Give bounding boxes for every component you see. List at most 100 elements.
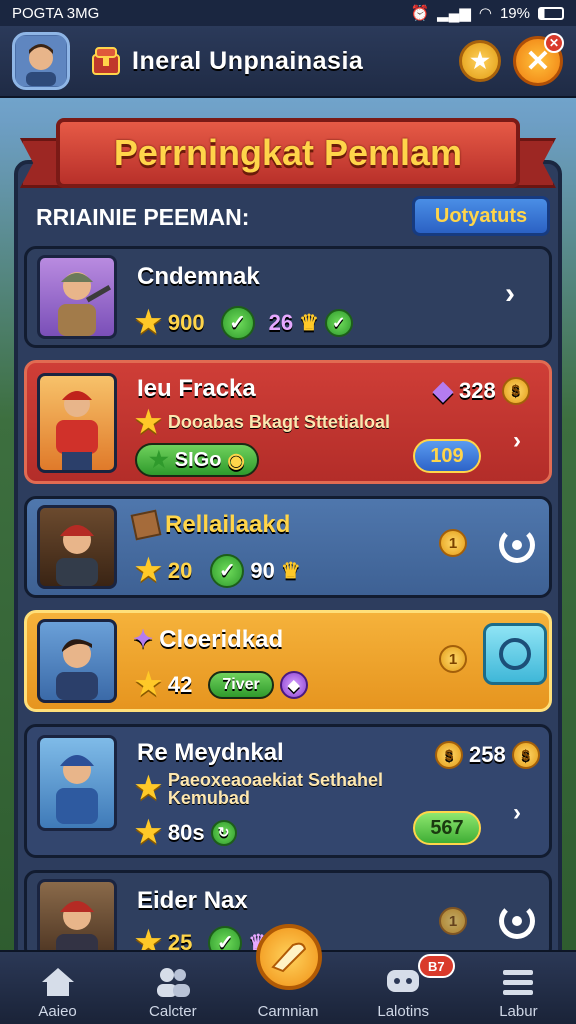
alarm-icon: ⏰ <box>410 5 430 22</box>
gem-icon: ◆ <box>279 670 308 699</box>
menu-icon <box>499 965 537 999</box>
battery-icon <box>538 6 564 20</box>
avatar-face-icon <box>16 36 66 86</box>
player-badge: 7iver <box>222 675 260 693</box>
hero-portrait-icon <box>56 639 98 700</box>
banner-title: Perrningkat Pemlam <box>113 132 463 173</box>
soldier-portrait-icon <box>58 272 112 336</box>
refresh-icon[interactable] <box>499 903 535 939</box>
status-pill: ★ SIGo ◉ <box>135 443 259 477</box>
player-score: 109 <box>430 444 464 467</box>
check-icon: ✓ <box>220 305 255 340</box>
chevron-right-icon[interactable]: › <box>513 427 521 455</box>
nav-item-friends[interactable]: Calcter <box>115 952 230 1024</box>
player-stats: ★ 20 ✓ 90 ♛ <box>135 553 301 588</box>
section-label: RRIAINIE PEEMAN: <box>36 204 250 230</box>
player-portrait <box>37 373 117 473</box>
player-card[interactable]: Ieu Fracka ★ Dooabas Bkagt Sttetialoal ◆… <box>24 360 552 484</box>
notification-badge: ✕ <box>544 33 564 53</box>
star-icon: ★ <box>135 406 162 439</box>
player-name: Cndemnak <box>137 263 260 290</box>
score-pill[interactable]: 567 <box>413 811 481 845</box>
player-description: Paeoxeaoaekiat Sethahel Kemubad <box>167 770 384 808</box>
coin-icon: $ <box>511 741 540 769</box>
score-pill[interactable]: 109 <box>413 439 481 473</box>
view-button[interactable] <box>483 623 547 685</box>
battery-text: 19% <box>499 4 530 22</box>
friends-icon <box>154 965 192 999</box>
player-name-row: ✦ Cloeridkad <box>133 625 283 654</box>
star-icon: ★ <box>149 447 169 472</box>
battle-icon <box>271 942 307 973</box>
refresh-icon[interactable] <box>499 527 535 563</box>
player-level: 90 <box>250 557 275 583</box>
battle-button[interactable] <box>256 924 322 990</box>
chest-icon[interactable] <box>88 43 124 79</box>
player-stats: ★ 80s ↻ <box>135 815 237 850</box>
player-desc-row: ★ Paeoxeaoaekiat Sethahel Kemubad <box>135 771 418 807</box>
gem-stat: $ 258 $ <box>435 741 540 769</box>
chat-badge: B7 <box>418 954 455 978</box>
player-desc-row: ★ Dooabas Bkagt Sttetialoal <box>135 405 390 440</box>
coin-icon: 1 <box>439 907 467 935</box>
update-button[interactable]: Uotyatuts <box>412 196 550 236</box>
coin-icon: ◉ <box>227 449 245 472</box>
status-left-text: POGTA 3MG <box>12 4 100 22</box>
gem-icon: ◆ <box>433 375 453 405</box>
nav-label: Calcter <box>149 1003 197 1020</box>
player-badge: SIGo <box>174 448 222 471</box>
check-icon: ✓ <box>210 553 245 588</box>
player-card[interactable]: Rellailaakd ★ 20 ✓ 90 ♛ 1 <box>24 496 552 598</box>
player-stats: ★ 42 7iver ◆ <box>135 667 308 702</box>
nav-label: Aaieo <box>38 1003 77 1020</box>
leaderboard-banner: Perrningkat Pemlam <box>20 110 556 194</box>
player-card[interactable]: Cndemnak ★ 900 ✓ 26 ♛ ✓ › <box>24 246 552 348</box>
coin-icon: 1 <box>439 529 467 557</box>
star-icon: ★ <box>135 816 162 849</box>
player-avatar[interactable] <box>12 32 70 90</box>
chat-icon <box>384 965 422 999</box>
player-stars: 80s <box>167 819 205 845</box>
player-portrait <box>37 255 117 339</box>
wifi-icon: ◠ <box>478 5 492 22</box>
crown-icon: ♛ <box>280 557 301 583</box>
player-portrait <box>37 505 117 589</box>
worker-portrait-icon <box>56 391 98 470</box>
chevron-right-icon[interactable]: › <box>513 799 521 827</box>
player-stats: ★ 900 ✓ 26 ♛ ✓ <box>135 305 353 340</box>
player-level: 26 <box>268 309 294 335</box>
status-bar: POGTA 3MG ⏰ ▂▄▆ ◠ 19% <box>0 0 576 26</box>
nav-label: Labur <box>499 1003 538 1020</box>
coin-icon: $ <box>435 741 463 769</box>
player-name: Eider Nax <box>137 887 248 914</box>
player-card[interactable]: ✦ Cloeridkad ★ 42 7iver ◆ 1 <box>24 610 552 712</box>
player-stars: 20 <box>167 557 193 583</box>
crate-icon <box>130 509 162 541</box>
favorite-button[interactable]: ★ <box>459 40 501 82</box>
player-description: Dooabas Bkagt Sttetialoal <box>167 412 390 432</box>
player-name: Cloeridkad <box>159 625 284 653</box>
star-icon: ★ <box>135 772 162 805</box>
coin-icon: 1 <box>439 645 467 673</box>
chevron-right-icon[interactable]: › <box>505 277 515 311</box>
potion-icon: ✦ <box>133 626 154 653</box>
player-portrait <box>37 735 117 831</box>
nav-item-home[interactable]: Aaieo <box>0 952 115 1024</box>
badge-row: ★ SIGo ◉ <box>135 443 259 477</box>
status-pill: 7iver <box>208 670 274 699</box>
player-card[interactable]: Re Meydnkal ★ Paeoxeaoaekiat Sethahel Ke… <box>24 724 552 858</box>
star-icon: ★ <box>135 306 162 339</box>
player-stars: 42 <box>167 671 193 697</box>
coin-icon: $ <box>501 376 530 405</box>
player-score: 567 <box>430 816 464 839</box>
nav-label: Carnnian <box>257 1003 319 1020</box>
nav-label: Lalotins <box>377 1003 430 1020</box>
check-icon: ✓ <box>324 308 353 337</box>
signal-icon: ▂▄▆ <box>437 5 471 22</box>
nav-item-menu[interactable]: Labur <box>461 952 576 1024</box>
player-gems: 258 <box>469 742 506 767</box>
close-button[interactable]: ✕ ✕ <box>513 33 564 86</box>
star-icon: ★ <box>470 48 490 73</box>
pilot-portrait-icon <box>56 525 98 586</box>
home-icon <box>39 965 77 999</box>
